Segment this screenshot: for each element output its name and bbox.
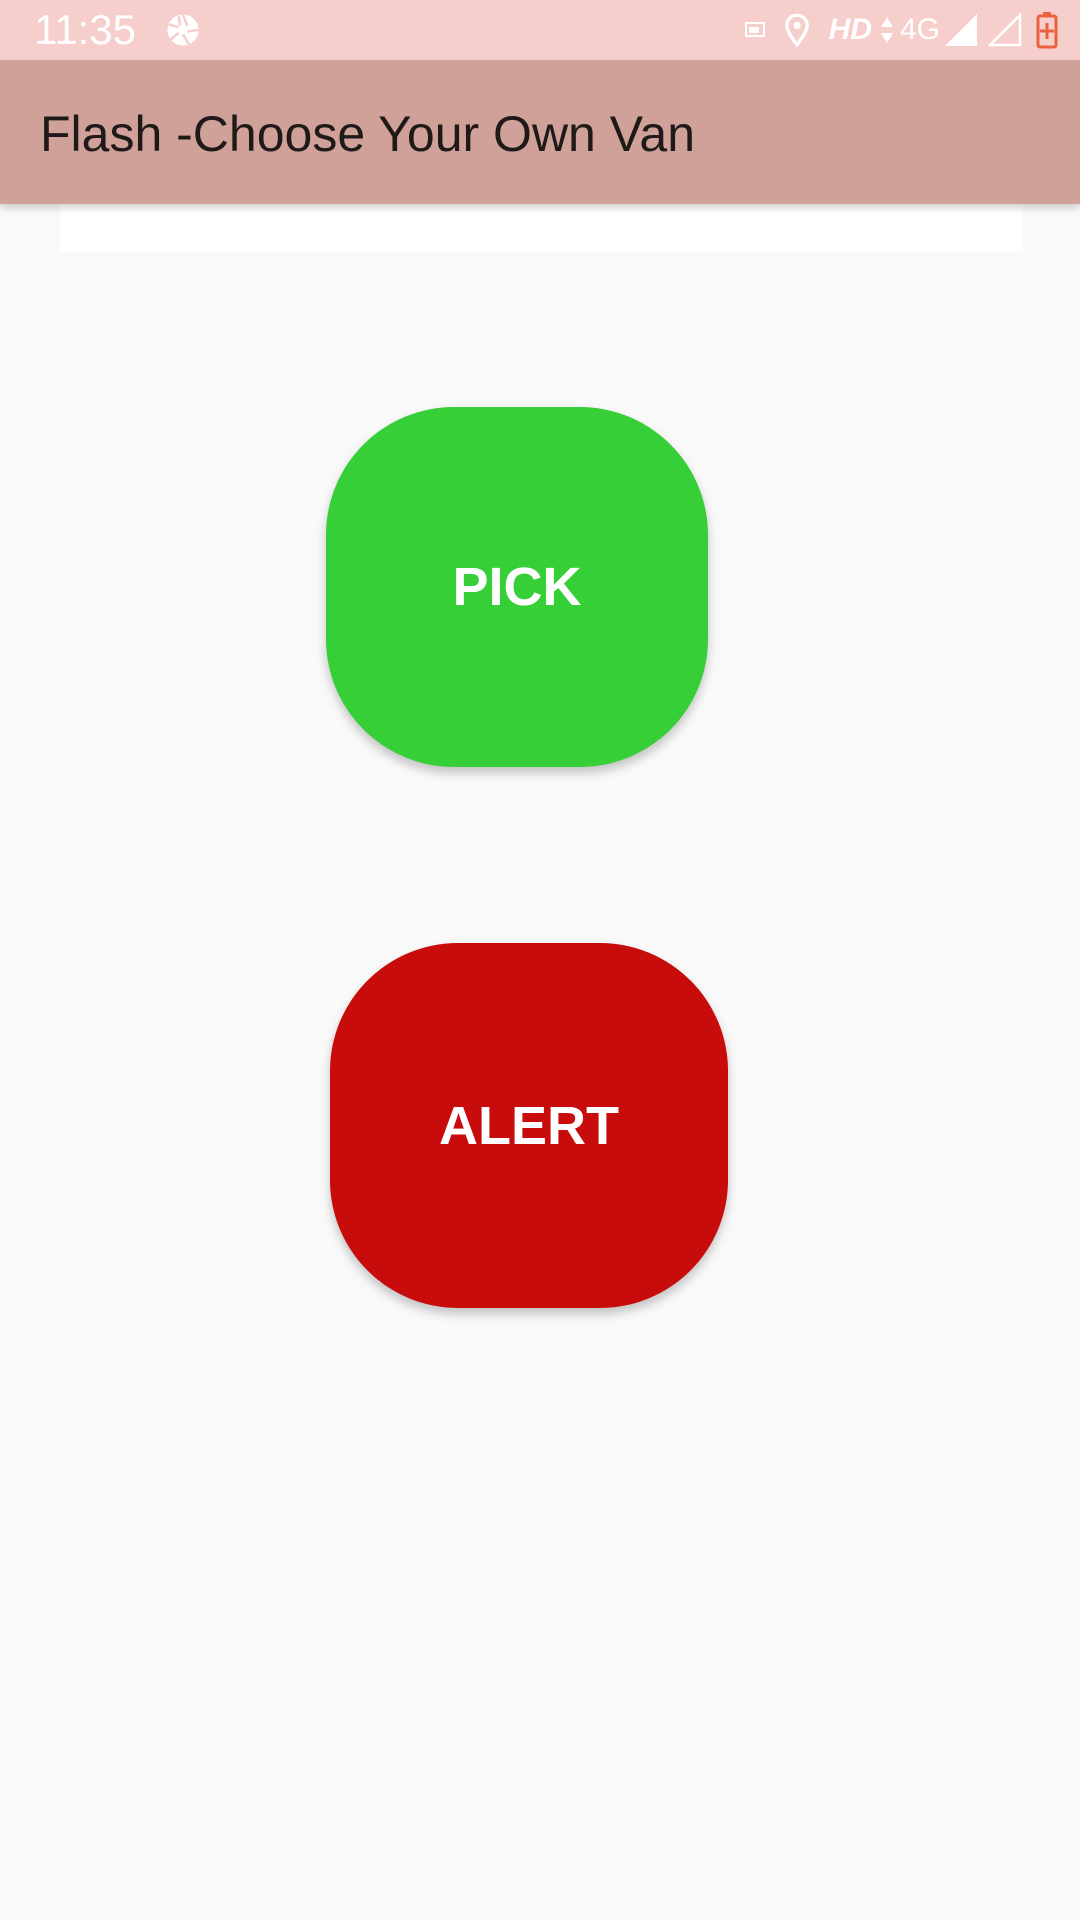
signal-icon bbox=[945, 14, 977, 46]
network-hd-label: HD bbox=[828, 13, 872, 46]
status-bar: 11:35 HD 4G bbox=[0, 0, 1080, 60]
location-icon bbox=[784, 13, 809, 47]
data-arrows-icon bbox=[880, 17, 893, 43]
aperture-icon bbox=[167, 13, 199, 46]
network-type-label: 4G bbox=[899, 13, 940, 46]
app-title: Flash -Choose Your Own Van bbox=[40, 106, 696, 162]
signal-empty-icon bbox=[988, 13, 1022, 47]
pick-button[interactable]: PICK bbox=[326, 407, 708, 767]
cast-icon bbox=[744, 22, 765, 37]
battery-charging-icon bbox=[1036, 12, 1058, 49]
status-time: 11:35 bbox=[34, 6, 136, 53]
app-bar: Flash -Choose Your Own Van bbox=[0, 60, 1080, 204]
status-icons: HD 4G bbox=[727, 10, 1058, 50]
alert-button[interactable]: ALERT bbox=[330, 943, 728, 1308]
header-panel bbox=[60, 204, 1023, 252]
